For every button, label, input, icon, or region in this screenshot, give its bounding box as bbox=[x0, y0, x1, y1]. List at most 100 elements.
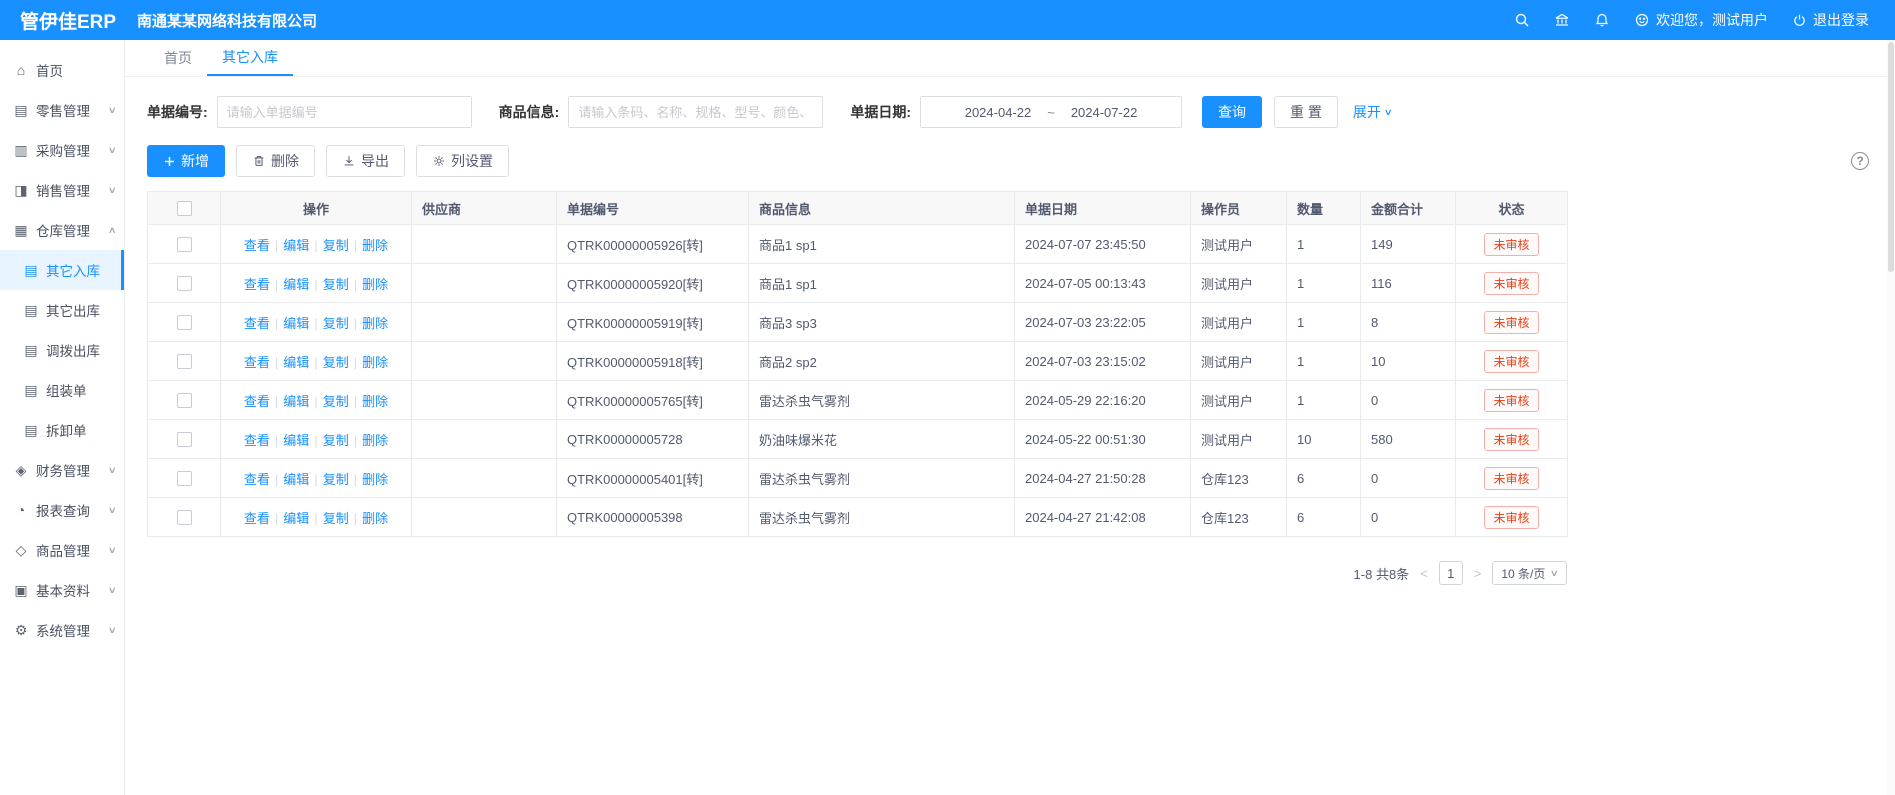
expand-link[interactable]: 展开 ∨ bbox=[1353, 102, 1392, 122]
copy-link[interactable]: 复制 bbox=[323, 316, 349, 331]
sidebar-item-other-inbound[interactable]: ▤ 其它入库 bbox=[0, 250, 124, 290]
view-link[interactable]: 查看 bbox=[244, 511, 270, 526]
sidebar-item-warehouse[interactable]: ▦ 仓库管理 ∧ bbox=[0, 210, 124, 250]
bank-icon[interactable] bbox=[1554, 12, 1570, 28]
inbound-table: 操作 供应商 单据编号 商品信息 单据日期 操作员 数量 金额合计 状态 bbox=[147, 191, 1568, 537]
edit-link[interactable]: 编辑 bbox=[283, 355, 309, 370]
bell-icon[interactable] bbox=[1594, 12, 1610, 28]
sidebar-item-other-outbound[interactable]: ▤ 其它出库 bbox=[0, 290, 124, 330]
sidebar-item-purchase[interactable]: ▥ 采购管理 ∨ bbox=[0, 130, 124, 170]
doc-no-cell: QTRK00000005919[转] bbox=[557, 303, 749, 342]
edit-link[interactable]: 编辑 bbox=[283, 472, 309, 487]
edit-link[interactable]: 编辑 bbox=[283, 511, 309, 526]
edit-link[interactable]: 编辑 bbox=[283, 394, 309, 409]
copy-link[interactable]: 复制 bbox=[323, 511, 349, 526]
sidebar-item-system[interactable]: ⚙ 系统管理 ∨ bbox=[0, 610, 124, 650]
row-checkbox[interactable] bbox=[177, 276, 192, 291]
row-actions: 查看|编辑|复制|删除 bbox=[221, 381, 412, 420]
sidebar-item-assembly[interactable]: ▤ 组装单 bbox=[0, 370, 124, 410]
sidebar-item-sales[interactable]: ◨ 销售管理 ∨ bbox=[0, 170, 124, 210]
logout-button[interactable]: 退出登录 bbox=[1792, 10, 1869, 30]
status-badge: 未审核 bbox=[1484, 506, 1538, 529]
tab-other-inbound[interactable]: 其它入库 bbox=[207, 40, 293, 76]
date-range-picker[interactable]: 2024-04-22 ~ 2024-07-22 bbox=[920, 96, 1182, 128]
view-link[interactable]: 查看 bbox=[244, 433, 270, 448]
date-separator: ~ bbox=[1047, 105, 1055, 120]
delete-link[interactable]: 删除 bbox=[362, 472, 388, 487]
sidebar-item-basic-data[interactable]: ▣ 基本资料 ∨ bbox=[0, 570, 124, 610]
delete-link[interactable]: 删除 bbox=[362, 511, 388, 526]
sidebar-item-home[interactable]: ⌂ 首页 bbox=[0, 50, 124, 90]
next-page-icon[interactable]: > bbox=[1474, 566, 1482, 581]
row-checkbox[interactable] bbox=[177, 315, 192, 330]
view-link[interactable]: 查看 bbox=[244, 394, 270, 409]
doc-no-cell: QTRK00000005765[转] bbox=[557, 381, 749, 420]
date-start-value[interactable]: 2024-04-22 bbox=[965, 105, 1032, 120]
view-link[interactable]: 查看 bbox=[244, 238, 270, 253]
sidebar-item-retail[interactable]: ▤ 零售管理 ∨ bbox=[0, 90, 124, 130]
delete-link[interactable]: 删除 bbox=[362, 355, 388, 370]
view-link[interactable]: 查看 bbox=[244, 355, 270, 370]
copy-link[interactable]: 复制 bbox=[323, 277, 349, 292]
amount-cell: 0 bbox=[1361, 381, 1456, 420]
help-icon[interactable]: ? bbox=[1851, 152, 1869, 170]
row-checkbox[interactable] bbox=[177, 471, 192, 486]
view-link[interactable]: 查看 bbox=[244, 277, 270, 292]
sidebar-item-disassembly[interactable]: ▤ 拆卸单 bbox=[0, 410, 124, 450]
copy-link[interactable]: 复制 bbox=[323, 394, 349, 409]
row-checkbox[interactable] bbox=[177, 354, 192, 369]
view-link[interactable]: 查看 bbox=[244, 316, 270, 331]
delete-link[interactable]: 删除 bbox=[362, 316, 388, 331]
table-row: 查看|编辑|复制|删除 QTRK00000005920[转] 商品1 sp1 2… bbox=[148, 264, 1568, 303]
scrollbar-thumb[interactable] bbox=[1888, 42, 1894, 272]
header-actions: 欢迎您，测试用户 退出登录 bbox=[1514, 10, 1895, 30]
table-row: 查看|编辑|复制|删除 QTRK00000005398 雷达杀虫气雾剂 2024… bbox=[148, 498, 1568, 537]
tab-home[interactable]: 首页 bbox=[149, 40, 207, 76]
column-settings-button[interactable]: 列设置 bbox=[416, 145, 509, 177]
edit-link[interactable]: 编辑 bbox=[283, 238, 309, 253]
edit-link[interactable]: 编辑 bbox=[283, 277, 309, 292]
copy-link[interactable]: 复制 bbox=[323, 433, 349, 448]
operator-cell: 仓库123 bbox=[1191, 498, 1287, 537]
page-size-select[interactable]: 10 条/页 ∨ bbox=[1492, 561, 1567, 585]
delete-link[interactable]: 删除 bbox=[362, 238, 388, 253]
supplier-cell bbox=[412, 264, 557, 303]
page-number-1[interactable]: 1 bbox=[1439, 561, 1463, 585]
prev-page-icon[interactable]: < bbox=[1420, 566, 1428, 581]
sidebar-item-transfer-outbound[interactable]: ▤ 调拨出库 bbox=[0, 330, 124, 370]
copy-link[interactable]: 复制 bbox=[323, 238, 349, 253]
reset-button[interactable]: 重 置 bbox=[1274, 96, 1338, 128]
doc-no-input[interactable] bbox=[217, 96, 472, 128]
view-link[interactable]: 查看 bbox=[244, 472, 270, 487]
delete-link[interactable]: 删除 bbox=[362, 394, 388, 409]
copy-link[interactable]: 复制 bbox=[323, 472, 349, 487]
sidebar-item-product[interactable]: ◇ 商品管理 ∨ bbox=[0, 530, 124, 570]
row-checkbox[interactable] bbox=[177, 432, 192, 447]
add-button[interactable]: 新增 bbox=[147, 145, 225, 177]
home-icon: ⌂ bbox=[12, 62, 30, 78]
edit-link[interactable]: 编辑 bbox=[283, 433, 309, 448]
product-cell: 奶油味爆米花 bbox=[749, 420, 1015, 459]
row-checkbox[interactable] bbox=[177, 510, 192, 525]
delete-link[interactable]: 删除 bbox=[362, 433, 388, 448]
row-checkbox[interactable] bbox=[177, 237, 192, 252]
row-checkbox[interactable] bbox=[177, 393, 192, 408]
search-icon[interactable] bbox=[1514, 12, 1530, 28]
copy-link[interactable]: 复制 bbox=[323, 355, 349, 370]
delete-link[interactable]: 删除 bbox=[362, 277, 388, 292]
search-button[interactable]: 查询 bbox=[1202, 96, 1262, 128]
date-cell: 2024-07-03 23:22:05 bbox=[1015, 303, 1191, 342]
date-end-value[interactable]: 2024-07-22 bbox=[1071, 105, 1138, 120]
sidebar-item-report[interactable]: ◔ 报表查询 ∨ bbox=[0, 490, 124, 530]
product-info-input[interactable] bbox=[568, 96, 823, 128]
delete-button[interactable]: 删除 bbox=[236, 145, 315, 177]
product-cell: 商品3 sp3 bbox=[749, 303, 1015, 342]
export-button[interactable]: 导出 bbox=[326, 145, 405, 177]
col-header-operator: 操作员 bbox=[1191, 192, 1287, 225]
welcome-user[interactable]: 欢迎您，测试用户 bbox=[1634, 10, 1768, 30]
sidebar-item-finance[interactable]: ◈ 财务管理 ∨ bbox=[0, 450, 124, 490]
edit-link[interactable]: 编辑 bbox=[283, 316, 309, 331]
page-scrollbar[interactable] bbox=[1887, 40, 1895, 795]
system-icon: ⚙ bbox=[12, 622, 30, 639]
select-all-checkbox[interactable] bbox=[177, 201, 192, 216]
